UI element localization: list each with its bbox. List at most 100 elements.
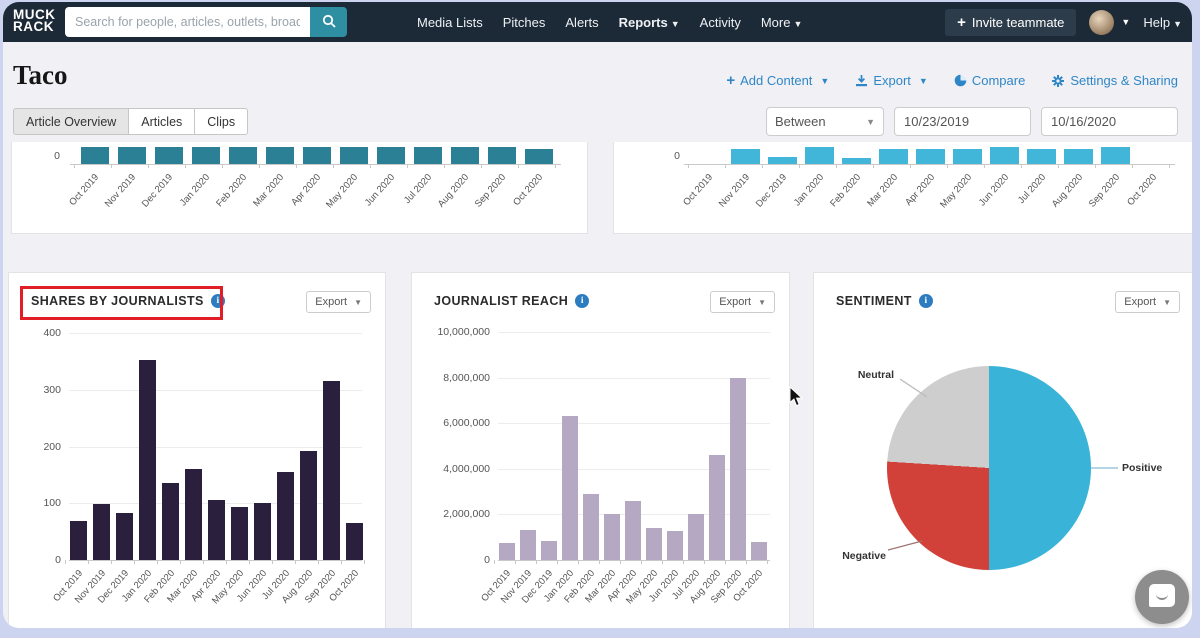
nav-item-reports[interactable]: Reports▼ — [619, 15, 680, 30]
bar — [730, 378, 746, 560]
card-header: SENTIMENT i — [836, 294, 933, 308]
app-window: MUCK RACK Media Lists Pitches Alerts Rep… — [3, 2, 1192, 628]
y-axis-label: 0 — [420, 554, 490, 566]
y-axis-label: 200 — [3, 441, 61, 453]
search-button[interactable] — [310, 7, 347, 37]
card-title: SENTIMENT — [836, 294, 912, 308]
card-title: JOURNALIST REACH — [434, 294, 568, 308]
nav-item-pitches[interactable]: Pitches — [503, 15, 546, 30]
chevron-down-icon: ▼ — [671, 19, 680, 29]
chat-launcher-button[interactable] — [1135, 570, 1189, 624]
sentiment-card: SENTIMENT i Export ▼ Neutral Positive Ne… — [813, 272, 1192, 628]
chevron-down-icon: ▼ — [1121, 17, 1130, 27]
search-input[interactable] — [65, 7, 310, 37]
nav-item-activity[interactable]: Activity — [700, 15, 741, 30]
bar — [70, 521, 87, 560]
start-date-field[interactable] — [894, 107, 1031, 136]
bar — [604, 514, 620, 560]
tab-article-overview[interactable]: Article Overview — [13, 108, 129, 135]
search-icon — [322, 14, 336, 31]
tab-clips[interactable]: Clips — [194, 108, 248, 135]
bar — [488, 147, 516, 164]
info-icon[interactable]: i — [575, 294, 589, 308]
bar — [340, 147, 368, 164]
nav-item-alerts[interactable]: Alerts — [565, 15, 598, 30]
bar — [1027, 149, 1056, 164]
chevron-down-icon: ▼ — [793, 19, 802, 29]
bar — [520, 530, 536, 560]
bar — [303, 147, 331, 164]
bar — [118, 147, 146, 164]
compare-button[interactable]: Compare — [954, 72, 1025, 89]
card-header: SHARES BY JOURNALISTS i — [31, 294, 225, 308]
bar — [879, 149, 908, 164]
y-axis-label: 2,000,000 — [420, 508, 490, 520]
report-tabs: Article Overview Articles Clips — [13, 108, 248, 135]
info-icon[interactable]: i — [211, 294, 225, 308]
bar — [277, 472, 294, 560]
nav-item-more[interactable]: More▼ — [761, 15, 803, 30]
settings-sharing-button[interactable]: Settings & Sharing — [1051, 72, 1178, 89]
bar — [231, 507, 248, 560]
bar — [208, 500, 225, 560]
plus-icon: + — [726, 72, 735, 89]
bar — [646, 528, 662, 560]
chevron-down-icon: ▼ — [820, 76, 829, 86]
bar — [953, 149, 982, 164]
bar — [414, 147, 442, 164]
bar — [625, 501, 641, 560]
bar — [116, 513, 133, 560]
bar — [300, 451, 317, 560]
bar — [451, 147, 479, 164]
pie-label-negative: Negative — [822, 550, 886, 562]
nav-item-media-lists[interactable]: Media Lists — [417, 15, 483, 30]
export-dropdown-button[interactable]: Export ▼ — [710, 291, 775, 313]
bar — [192, 147, 220, 164]
bar — [185, 469, 202, 560]
nav-items: Media Lists Pitches Alerts Reports▼ Acti… — [417, 2, 802, 42]
help-menu[interactable]: Help▼ — [1143, 15, 1182, 30]
card-title: SHARES BY JOURNALISTS — [31, 294, 204, 308]
chevron-down-icon: ▼ — [1163, 298, 1171, 307]
top-navbar: MUCK RACK Media Lists Pitches Alerts Rep… — [3, 2, 1192, 42]
y-axis-label: 4,000,000 — [420, 463, 490, 475]
bar — [688, 514, 704, 560]
invite-teammate-button[interactable]: + Invite teammate — [945, 9, 1076, 36]
partial-chart-card-right: 0Oct 2019Nov 2019Dec 2019Jan 2020Feb 202… — [613, 142, 1192, 234]
add-content-button[interactable]: + Add Content ▼ — [726, 72, 829, 89]
chevron-down-icon: ▼ — [866, 117, 875, 127]
info-icon[interactable]: i — [919, 294, 933, 308]
export-dropdown-button[interactable]: Export ▼ — [306, 291, 371, 313]
gear-icon — [1051, 74, 1065, 88]
bar — [93, 504, 110, 560]
download-icon — [855, 74, 868, 87]
logo-line-2: RACK — [13, 21, 56, 33]
bar — [751, 542, 767, 560]
export-button[interactable]: Export ▼ — [855, 72, 928, 89]
user-menu[interactable]: ▼ — [1089, 10, 1130, 35]
export-dropdown-button[interactable]: Export ▼ — [1115, 291, 1180, 313]
bar — [842, 158, 871, 164]
date-operator-select[interactable]: Between ▼ — [766, 107, 884, 136]
bar — [81, 147, 109, 164]
chevron-down-icon: ▼ — [354, 298, 362, 307]
shares-by-journalists-card: SHARES BY JOURNALISTS i Export ▼ 4003002… — [8, 272, 386, 628]
y-axis-label: 0 — [3, 554, 61, 566]
chat-bubble-icon — [1149, 584, 1175, 607]
bar — [323, 381, 340, 560]
bar — [1101, 147, 1130, 164]
date-filters: Between ▼ — [766, 107, 1178, 136]
partial-chart-card-left: 0Oct 2019Nov 2019Dec 2019Jan 2020Feb 202… — [11, 142, 588, 234]
bar — [155, 147, 183, 164]
end-date-field[interactable] — [1041, 107, 1178, 136]
muckrack-logo[interactable]: MUCK RACK — [13, 9, 56, 33]
y-axis-label: 300 — [3, 384, 61, 396]
bar — [254, 503, 271, 560]
bar — [229, 147, 257, 164]
journalist-reach-card: JOURNALIST REACH i Export ▼ 10,000,0008,… — [411, 272, 790, 628]
tab-articles[interactable]: Articles — [128, 108, 195, 135]
bar — [990, 147, 1019, 164]
nav-right: + Invite teammate ▼ Help▼ — [945, 2, 1182, 42]
bar — [562, 416, 578, 560]
bar — [377, 147, 405, 164]
